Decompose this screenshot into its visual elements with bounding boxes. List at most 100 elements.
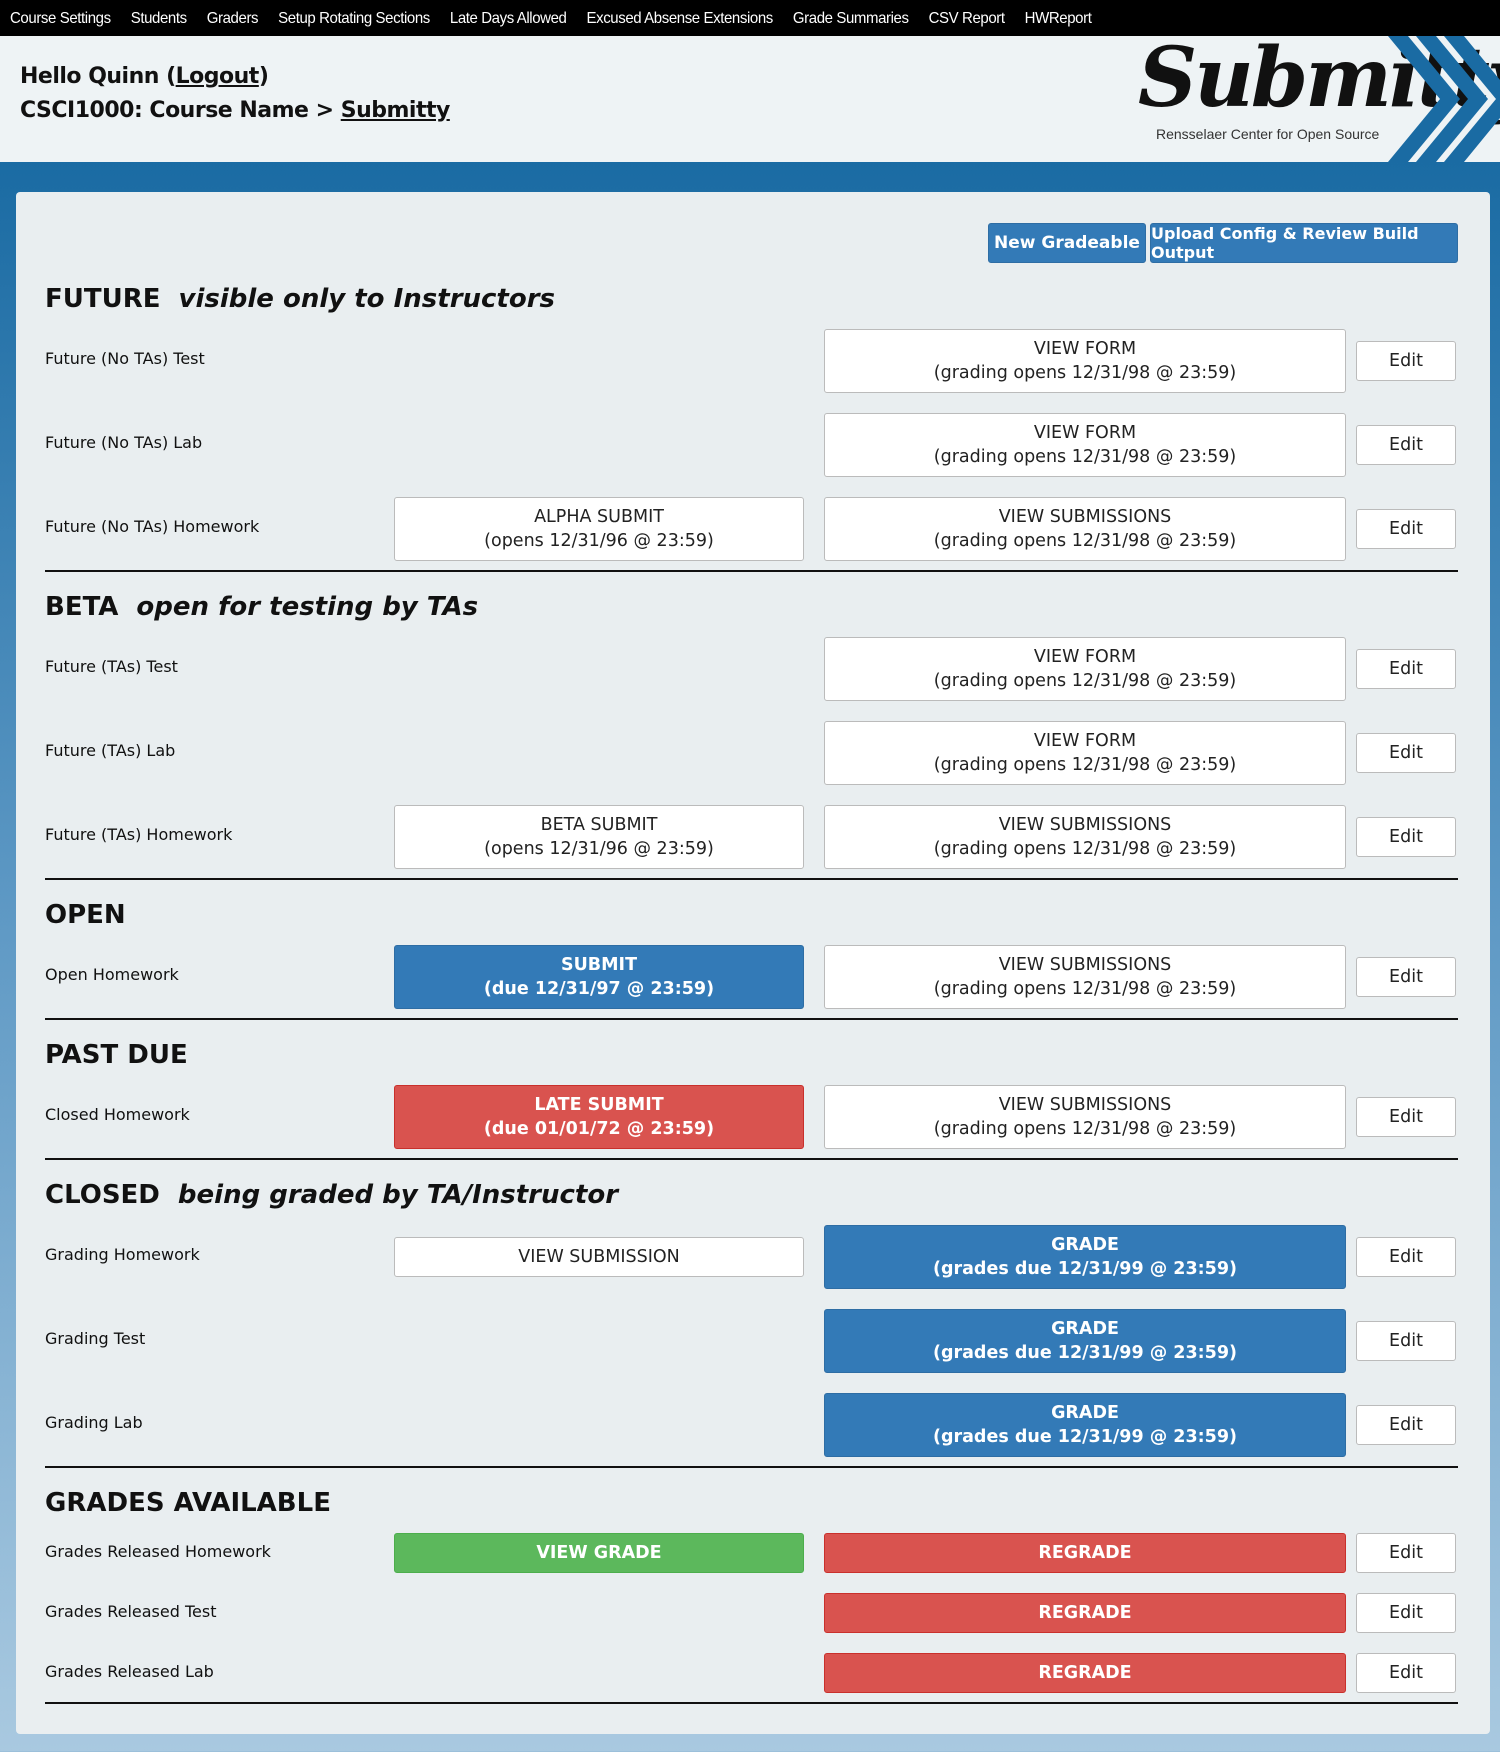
view-submission-button[interactable]: VIEW SUBMISSION (394, 1237, 804, 1277)
submit-button[interactable]: SUBMIT (due 12/31/97 @ 23:59) (394, 945, 804, 1009)
button-sublabel: (grading opens 12/31/98 @ 23:59) (933, 671, 1237, 691)
edit-button[interactable]: Edit (1356, 341, 1456, 381)
button-label: ALPHA SUBMIT (534, 507, 664, 527)
nav-graders[interactable]: Graders (207, 9, 259, 27)
gradeable-label: Future (No TAs) Homework (45, 517, 260, 536)
section-title-beta: BETA open for testing by TAs (45, 592, 478, 622)
view-form-button[interactable]: VIEW FORM (grading opens 12/31/98 @ 23:59… (824, 721, 1346, 785)
button-sublabel: (grades due 12/31/99 @ 23:59) (932, 1343, 1238, 1363)
edit-button[interactable]: Edit (1356, 509, 1456, 549)
button-label: GRADE (1051, 1319, 1119, 1339)
button-label: BETA SUBMIT (540, 815, 658, 835)
gradeable-label: Grades Released Lab (45, 1662, 214, 1681)
gradeable-label: Future (TAs) Homework (45, 825, 233, 844)
edit-button[interactable]: Edit (1356, 1321, 1456, 1361)
gradeable-label: Future (No TAs) Test (45, 349, 205, 368)
nav-students[interactable]: Students (131, 9, 187, 27)
nav-grade-summaries[interactable]: Grade Summaries (793, 9, 909, 27)
greeting-text: Hello Quinn ( (20, 64, 176, 89)
late-submit-button[interactable]: LATE SUBMIT (due 01/01/72 @ 23:59) (394, 1085, 804, 1149)
gradeable-label: Open Homework (45, 965, 179, 984)
section-name: FUTURE (45, 284, 161, 314)
greeting-close: ) (258, 64, 269, 89)
logout-link[interactable]: Logout (176, 64, 260, 89)
edit-button[interactable]: Edit (1356, 1237, 1456, 1277)
button-sublabel: (grading opens 12/31/98 @ 23:59) (933, 1119, 1237, 1139)
nav-excused-absense-extensions[interactable]: Excused Absense Extensions (587, 9, 774, 27)
submitty-logo[interactable]: Submitty Rensselaer Center for Open Sour… (1130, 30, 1500, 162)
nav-late-days-allowed[interactable]: Late Days Allowed (450, 9, 567, 27)
regrade-button[interactable]: REGRADE (824, 1653, 1346, 1693)
button-sublabel: (grades due 12/31/99 @ 23:59) (932, 1427, 1238, 1447)
gradeable-label: Grading Test (45, 1329, 146, 1348)
button-sublabel: (grading opens 12/31/98 @ 23:59) (933, 755, 1237, 775)
button-sublabel: (grades due 12/31/99 @ 23:59) (932, 1259, 1238, 1279)
new-gradeable-button[interactable]: New Gradeable (988, 223, 1146, 263)
button-sublabel: (grading opens 12/31/98 @ 23:59) (933, 839, 1237, 859)
nav-setup-rotating-sections[interactable]: Setup Rotating Sections (278, 9, 430, 27)
view-grade-button[interactable]: VIEW GRADE (394, 1533, 804, 1573)
button-sublabel: (grading opens 12/31/98 @ 23:59) (933, 531, 1237, 551)
beta-submit-button[interactable]: BETA SUBMIT (opens 12/31/96 @ 23:59) (394, 805, 804, 869)
view-submissions-button[interactable]: VIEW SUBMISSIONS (grading opens 12/31/98 … (824, 945, 1346, 1009)
view-form-button[interactable]: VIEW FORM (grading opens 12/31/98 @ 23:59… (824, 413, 1346, 477)
button-label: GRADE (1051, 1403, 1119, 1423)
button-label: LATE SUBMIT (534, 1095, 664, 1115)
section-divider (45, 1158, 1458, 1160)
breadcrumb-submitty-link[interactable]: Submitty (341, 98, 451, 123)
section-title-closed: CLOSED being graded by TA/Instructor (45, 1180, 618, 1210)
edit-button[interactable]: Edit (1356, 957, 1456, 997)
regrade-button[interactable]: REGRADE (824, 1593, 1346, 1633)
section-divider (45, 570, 1458, 572)
edit-button[interactable]: Edit (1356, 817, 1456, 857)
gradeable-label: Future (TAs) Lab (45, 741, 176, 760)
grade-button[interactable]: GRADE (grades due 12/31/99 @ 23:59) (824, 1309, 1346, 1373)
upload-config-button[interactable]: Upload Config & Review Build Output (1150, 223, 1458, 263)
gradeable-label: Grades Released Test (45, 1602, 217, 1621)
gradeables-panel: New Gradeable Upload Config & Review Bui… (16, 192, 1490, 1734)
section-divider (45, 1466, 1458, 1468)
button-label: VIEW FORM (1033, 339, 1137, 359)
button-sublabel: (grading opens 12/31/98 @ 23:59) (933, 979, 1237, 999)
gradeable-label: Future (No TAs) Lab (45, 433, 203, 452)
logo-subtitle: Rensselaer Center for Open Source (1156, 126, 1380, 142)
alpha-submit-button[interactable]: ALPHA SUBMIT (opens 12/31/96 @ 23:59) (394, 497, 804, 561)
grade-button[interactable]: GRADE (grades due 12/31/99 @ 23:59) (824, 1393, 1346, 1457)
edit-button[interactable]: Edit (1356, 649, 1456, 689)
edit-button[interactable]: Edit (1356, 1405, 1456, 1445)
section-title-open: OPEN (45, 900, 126, 930)
nav-csv-report[interactable]: CSV Report (929, 9, 1005, 27)
edit-button[interactable]: Edit (1356, 1097, 1456, 1137)
section-divider (45, 878, 1458, 880)
button-sublabel: (opens 12/31/96 @ 23:59) (484, 531, 714, 551)
edit-button[interactable]: Edit (1356, 1653, 1456, 1693)
button-label: GRADE (1051, 1235, 1119, 1255)
nav-course-settings[interactable]: Course Settings (10, 9, 111, 27)
edit-button[interactable]: Edit (1356, 1593, 1456, 1633)
view-submissions-button[interactable]: VIEW SUBMISSIONS (grading opens 12/31/98 … (824, 805, 1346, 869)
section-subtitle: open for testing by TAs (136, 592, 479, 622)
section-name: CLOSED (45, 1180, 160, 1210)
button-sublabel: (grading opens 12/31/98 @ 23:59) (933, 363, 1237, 383)
edit-button[interactable]: Edit (1356, 425, 1456, 465)
button-label: VIEW SUBMISSIONS (998, 815, 1172, 835)
button-label: VIEW SUBMISSIONS (998, 1095, 1172, 1115)
gradeable-label: Grades Released Homework (45, 1542, 271, 1561)
gradeable-label: Grading Lab (45, 1413, 143, 1432)
regrade-button[interactable]: REGRADE (824, 1533, 1346, 1573)
button-label: VIEW SUBMISSIONS (998, 507, 1172, 527)
view-submissions-button[interactable]: VIEW SUBMISSIONS (grading opens 12/31/98 … (824, 1085, 1346, 1149)
section-title-grades-available: GRADES AVAILABLE (45, 1488, 331, 1518)
grade-button[interactable]: GRADE (grades due 12/31/99 @ 23:59) (824, 1225, 1346, 1289)
edit-button[interactable]: Edit (1356, 1533, 1456, 1573)
button-sublabel: (due 12/31/97 @ 23:59) (483, 979, 715, 999)
edit-button[interactable]: Edit (1356, 733, 1456, 773)
section-subtitle: visible only to Instructors (178, 284, 556, 314)
nav-hwreport[interactable]: HWReport (1025, 9, 1092, 27)
section-divider (45, 1018, 1458, 1020)
section-title-future: FUTURE visible only to Instructors (45, 284, 555, 314)
view-form-button[interactable]: VIEW FORM (grading opens 12/31/98 @ 23:59… (824, 329, 1346, 393)
view-form-button[interactable]: VIEW FORM (grading opens 12/31/98 @ 23:59… (824, 637, 1346, 701)
section-name: BETA (45, 592, 119, 622)
view-submissions-button[interactable]: VIEW SUBMISSIONS (grading opens 12/31/98 … (824, 497, 1346, 561)
